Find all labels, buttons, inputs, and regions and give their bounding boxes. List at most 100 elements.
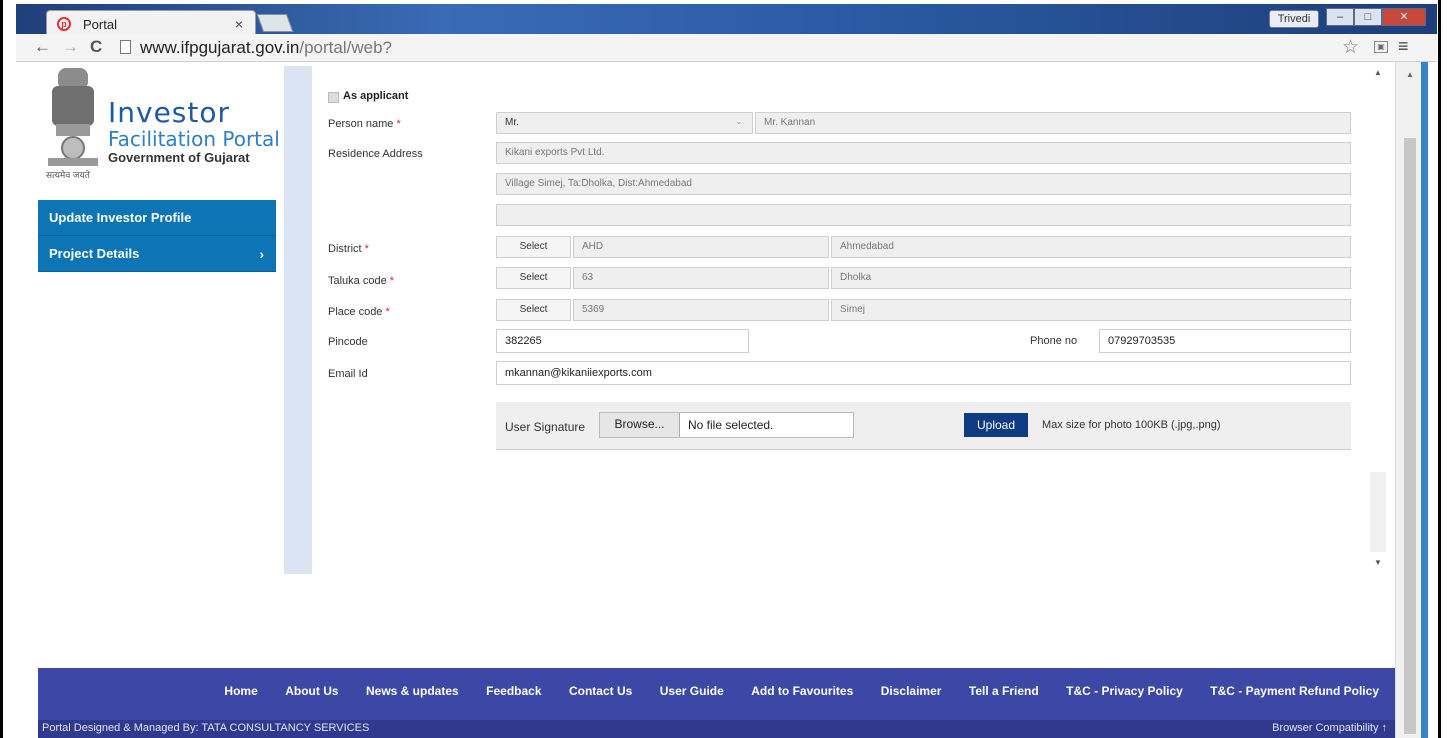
star-icon[interactable]: ☆ xyxy=(1342,36,1359,59)
address-line3-field[interactable] xyxy=(496,204,1351,226)
page-icon xyxy=(120,40,131,54)
email-label: Email Id xyxy=(328,368,368,380)
district-label-text: District xyxy=(328,243,362,255)
footer-link-tell-a-friend[interactable]: Tell a Friend xyxy=(969,684,1039,698)
scroll-down-icon[interactable]: ▼ xyxy=(1374,558,1382,567)
profile-user-chip[interactable]: Trivedi xyxy=(1269,10,1319,28)
page-scrollbar[interactable]: ▲ xyxy=(1395,62,1423,738)
page-viewport: Investor Facilitation Portal Government … xyxy=(16,62,1395,738)
signature-upload-row: User Signature Browse... No file selecte… xyxy=(496,402,1351,450)
sidebar: Update Investor Profile Project Details … xyxy=(38,200,276,272)
form-gutter xyxy=(284,66,312,574)
url-path: /portal/web? xyxy=(299,38,392,57)
footer-link-disclaimer[interactable]: Disclaimer xyxy=(881,684,942,698)
sidebar-item-label: Project Details xyxy=(49,246,140,261)
logo-investor: Investor xyxy=(108,96,231,129)
required-mark: * xyxy=(396,118,401,130)
sidebar-item-project-details[interactable]: Project Details › xyxy=(38,236,276,272)
address-bar[interactable]: www.ifpgujarat.gov.in/portal/web? xyxy=(140,38,392,58)
upload-button[interactable]: Upload xyxy=(964,413,1028,437)
district-select-button[interactable]: Select xyxy=(496,236,571,258)
address-line1-field[interactable]: Kikani exports Pvt Ltd. xyxy=(496,142,1351,164)
place-code-field[interactable]: 5369 xyxy=(573,299,829,321)
taluka-code-field[interactable]: 63 xyxy=(573,267,829,289)
window-side-rail xyxy=(1421,62,1428,738)
place-code-label: Place code * xyxy=(328,306,390,318)
portal-favicon-icon: p xyxy=(57,17,71,31)
address-line2-field[interactable]: Village Simej, Ta:Dholka, Dist:Ahmedabad xyxy=(496,173,1351,195)
tab-strip: p Portal × Trivedi – □ ✕ xyxy=(16,4,1437,38)
investor-profile-form: As applicant Person name * Mr. ⌄ Mr. Kan… xyxy=(312,62,1362,574)
taluka-label-text: Taluka code xyxy=(328,275,387,287)
pincode-field[interactable]: 382265 xyxy=(496,329,749,353)
scroll-up-icon[interactable]: ▲ xyxy=(1374,68,1382,77)
person-name-label: Person name * xyxy=(328,118,401,130)
frame-edge xyxy=(1438,0,1441,738)
as-applicant-label: As applicant xyxy=(343,90,409,102)
logo-facilitation-portal: Facilitation Portal xyxy=(108,127,280,151)
sidebar-item-update-investor-profile[interactable]: Update Investor Profile xyxy=(38,200,276,236)
extension-icon[interactable]: ▣ xyxy=(1374,41,1388,53)
required-mark: * xyxy=(385,306,390,318)
footer-link-user-guide[interactable]: User Guide xyxy=(660,684,724,698)
footer-link-feedback[interactable]: Feedback xyxy=(486,684,541,698)
signature-file-input[interactable]: Browse... No file selected. xyxy=(599,412,854,438)
logo-government: Government of Gujarat xyxy=(108,150,250,165)
minimize-button[interactable]: – xyxy=(1326,8,1354,26)
required-mark: * xyxy=(364,243,369,255)
footer-links: Home About Us News & updates Feedback Co… xyxy=(38,682,1395,700)
required-mark: * xyxy=(389,275,395,287)
place-name-field[interactable]: Simej xyxy=(831,299,1351,321)
footer-link-home[interactable]: Home xyxy=(224,684,257,698)
ashoka-emblem-icon xyxy=(48,68,98,166)
footer-link-contact-us[interactable]: Contact Us xyxy=(569,684,632,698)
maximize-button[interactable]: □ xyxy=(1354,8,1382,26)
place-select-button[interactable]: Select xyxy=(496,299,571,321)
footer-link-news-updates[interactable]: News & updates xyxy=(366,684,459,698)
tab-title: Portal xyxy=(83,17,117,32)
footer-nav: Home About Us News & updates Feedback Co… xyxy=(38,668,1395,720)
footer-link-payment-refund-policy[interactable]: T&C - Payment Refund Policy xyxy=(1210,684,1379,698)
person-name-label-text: Person name xyxy=(328,118,394,130)
chevron-down-icon: ⌄ xyxy=(735,116,743,126)
footer-link-privacy-policy[interactable]: T&C - Privacy Policy xyxy=(1066,684,1183,698)
tab-close-icon[interactable]: × xyxy=(235,16,243,32)
scrollbar-thumb[interactable] xyxy=(1404,138,1416,734)
phone-label: Phone no xyxy=(1030,335,1078,347)
frame-edge xyxy=(0,0,3,738)
pincode-label: Pincode xyxy=(328,336,368,348)
phone-field[interactable]: 07929703535 xyxy=(1099,329,1351,353)
reload-icon[interactable]: C xyxy=(90,37,102,57)
residence-address-label: Residence Address xyxy=(328,148,423,160)
scroll-up-icon[interactable]: ▲ xyxy=(1406,70,1414,79)
district-name-field[interactable]: Ahmedabad xyxy=(831,236,1351,258)
user-signature-label: User Signature xyxy=(505,420,586,434)
browse-button[interactable]: Browse... xyxy=(600,413,680,437)
back-icon[interactable]: ← xyxy=(34,37,51,57)
footer-link-about-us[interactable]: About Us xyxy=(285,684,338,698)
window-controls: – □ ✕ xyxy=(1326,8,1426,28)
portal-logo[interactable]: Investor Facilitation Portal Government … xyxy=(108,98,280,166)
close-window-button[interactable]: ✕ xyxy=(1382,8,1426,26)
upload-size-hint: Max size for photo 100KB (.jpg,.png) xyxy=(1042,419,1221,431)
footer-credit: Portal Designed & Managed By: TATA CONSU… xyxy=(42,722,370,734)
district-code-field[interactable]: AHD xyxy=(573,236,829,258)
file-status: No file selected. xyxy=(688,418,774,432)
browser-window: p Portal × Trivedi – □ ✕ ← → C www.ifpgu… xyxy=(0,0,1449,738)
person-name-field[interactable]: Mr. Kannan xyxy=(755,112,1351,134)
forward-icon[interactable]: → xyxy=(62,37,79,57)
scrollbar-track[interactable] xyxy=(1370,472,1386,552)
taluka-select-button[interactable]: Select xyxy=(496,267,571,289)
chevron-right-icon: › xyxy=(259,246,264,262)
as-applicant-checkbox[interactable] xyxy=(328,92,339,103)
district-label: District * xyxy=(328,243,369,255)
menu-icon[interactable]: ≡ xyxy=(1398,36,1409,57)
person-title-select[interactable]: Mr. xyxy=(496,112,753,134)
form-scrollbar[interactable]: ▲ ▼ xyxy=(1368,64,1388,572)
footer-link-add-to-favourites[interactable]: Add to Favourites xyxy=(751,684,853,698)
browser-compatibility-link[interactable]: Browser Compatibility ↑ xyxy=(1272,722,1387,734)
new-tab-button[interactable] xyxy=(256,14,294,32)
footer-bottom-bar: Portal Designed & Managed By: TATA CONSU… xyxy=(38,720,1395,738)
taluka-name-field[interactable]: Dholka xyxy=(831,267,1351,289)
email-field[interactable]: mkannan@kikaniiexports.com xyxy=(496,361,1351,385)
